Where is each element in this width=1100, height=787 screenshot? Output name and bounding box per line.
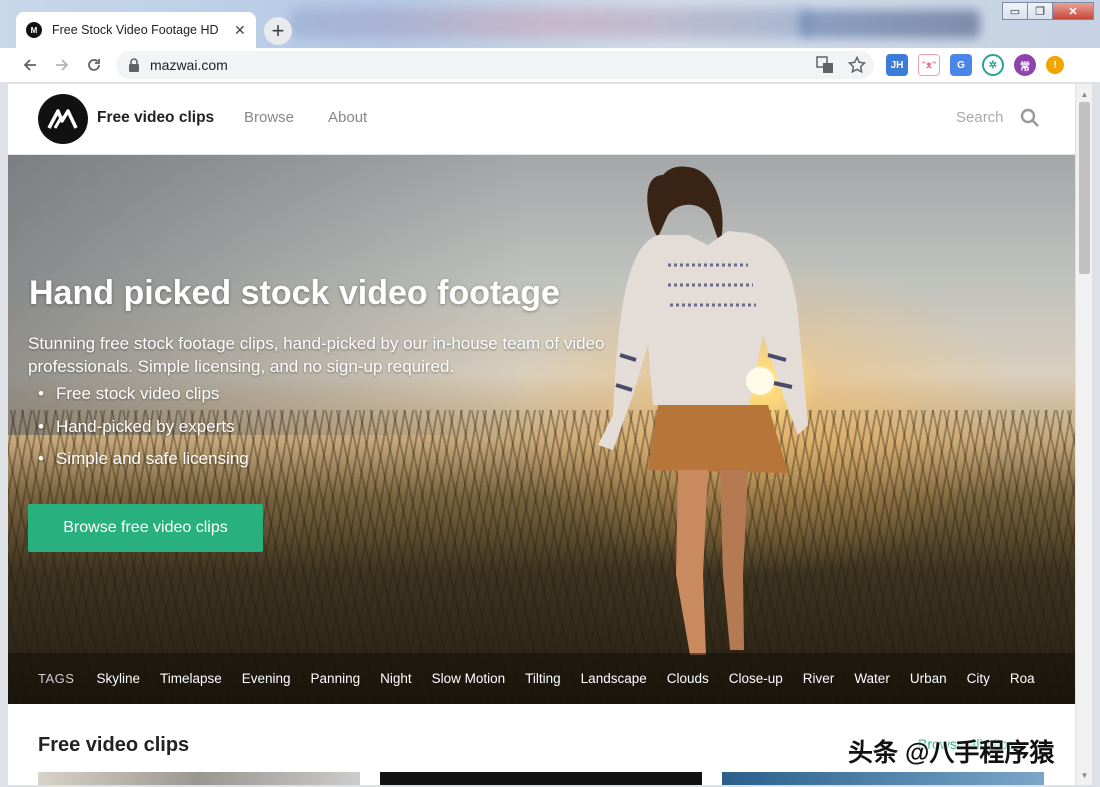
hero-banner: Hand picked stock video footage Stunning… <box>8 155 1075 704</box>
extension-flower-icon[interactable]: ✲ <box>982 54 1004 76</box>
blurred-background <box>800 10 980 38</box>
tag-skyline[interactable]: Skyline <box>96 671 140 686</box>
video-thumbnail[interactable] <box>38 772 360 785</box>
watermark: 头条 @八手程序猿 <box>848 739 1055 767</box>
tab-close-icon[interactable]: ✕ <box>234 22 246 39</box>
scroll-up-arrow-icon[interactable]: ▲ <box>1076 86 1093 102</box>
tag-city[interactable]: City <box>967 671 990 686</box>
tag-water[interactable]: Water <box>854 671 890 686</box>
window-border <box>1092 84 1100 787</box>
search-icon[interactable] <box>1020 108 1040 128</box>
profile-avatar[interactable]: 常 <box>1014 54 1036 76</box>
video-thumbnail[interactable] <box>722 772 1044 785</box>
hero-feature-list: Free stock video clips Hand-picked by ex… <box>38 384 249 482</box>
site-header: Free video clips Browse About Search <box>8 84 1075 155</box>
nav-browse[interactable]: Browse <box>244 109 294 126</box>
page-scrollbar[interactable]: ▲ ▼ <box>1075 84 1092 785</box>
tag-timelapse[interactable]: Timelapse <box>160 671 222 686</box>
browser-toolbar: mazwai.com JH ᵔᴥᵔ G ✲ 常 ! <box>0 48 1100 82</box>
translate-icon[interactable] <box>816 56 834 74</box>
tag-slow-motion[interactable]: Slow Motion <box>432 671 506 686</box>
tags-label: TAGS <box>38 671 75 686</box>
extension-jh-icon[interactable]: JH <box>886 54 908 76</box>
web-page: Free video clips Browse About Search Han… <box>8 84 1075 785</box>
section-title: Free video clips <box>38 734 190 756</box>
tag-evening[interactable]: Evening <box>242 671 291 686</box>
hero-description: Stunning free stock footage clips, hand-… <box>28 334 605 376</box>
tag-tilting[interactable]: Tilting <box>525 671 561 686</box>
list-item: Hand-picked by experts <box>38 417 249 450</box>
bookmark-star-icon[interactable] <box>848 56 866 74</box>
back-arrow-icon[interactable] <box>14 49 46 81</box>
url-text: mazwai.com <box>150 57 228 73</box>
browser-tab[interactable]: M Free Stock Video Footage HD ✕ <box>16 12 256 48</box>
browse-clips-button[interactable]: Browse free video clips <box>28 504 263 552</box>
extension-bar: JH ᵔᴥᵔ G ✲ 常 ! <box>886 54 1064 76</box>
minimize-button[interactable]: ▭ <box>1002 2 1028 20</box>
tag-landscape[interactable]: Landscape <box>581 671 647 686</box>
update-alert-icon[interactable]: ! <box>1046 56 1064 74</box>
video-thumbnail[interactable] <box>380 772 702 785</box>
hero-title: Hand picked stock video footage <box>29 274 560 312</box>
tags-bar: TAGS Skyline Timelapse Evening Panning N… <box>8 653 1075 704</box>
brand-link[interactable]: Free video clips <box>97 109 214 127</box>
tag-clouds[interactable]: Clouds <box>667 671 709 686</box>
scroll-down-arrow-icon[interactable]: ▼ <box>1076 767 1093 783</box>
tag-road[interactable]: Roa <box>1010 671 1035 686</box>
lock-icon <box>129 58 139 72</box>
nav-about[interactable]: About <box>328 109 367 126</box>
tag-river[interactable]: River <box>803 671 835 686</box>
new-tab-button[interactable]: + <box>264 17 292 45</box>
close-window-button[interactable]: ✕ <box>1052 2 1094 20</box>
tab-title: Free Stock Video Footage HD <box>52 23 219 37</box>
list-item: Free stock video clips <box>38 384 249 417</box>
extension-cat-icon[interactable]: ᵔᴥᵔ <box>918 54 940 76</box>
tag-urban[interactable]: Urban <box>910 671 947 686</box>
scrollbar-thumb[interactable] <box>1079 102 1090 274</box>
address-bar[interactable]: mazwai.com <box>116 51 874 79</box>
site-logo[interactable] <box>38 94 88 144</box>
restore-button[interactable]: ❐ <box>1027 2 1053 20</box>
forward-arrow-icon[interactable] <box>46 49 78 81</box>
browser-titlebar: M Free Stock Video Footage HD ✕ + ▭ ❐ ✕ <box>0 0 1100 48</box>
tag-close-up[interactable]: Close-up <box>729 671 783 686</box>
list-item: Simple and safe licensing <box>38 449 249 482</box>
reload-icon[interactable] <box>78 49 110 81</box>
extension-translate-icon[interactable]: G <box>950 54 972 76</box>
blurred-background <box>290 8 810 38</box>
site-favicon-icon: M <box>26 22 42 38</box>
tag-panning[interactable]: Panning <box>311 671 361 686</box>
tag-night[interactable]: Night <box>380 671 412 686</box>
window-controls: ▭ ❐ ✕ <box>1002 2 1094 20</box>
search-input[interactable]: Search <box>956 109 1004 126</box>
